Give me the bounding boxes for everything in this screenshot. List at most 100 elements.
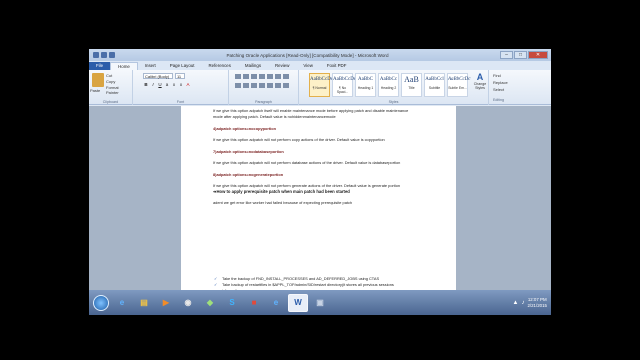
style-name: Subtitle bbox=[428, 86, 441, 90]
superscript-icon[interactable]: x bbox=[178, 82, 184, 88]
strikethrough-icon[interactable]: a bbox=[164, 82, 170, 88]
style-sample: AaBbCcDc bbox=[333, 77, 357, 82]
tab-review[interactable]: Review bbox=[268, 62, 296, 70]
show-marks-icon[interactable] bbox=[283, 74, 289, 79]
word-window: Patching Oracle Applications [Read-Only]… bbox=[89, 49, 551, 315]
tab-mailings[interactable]: Mailings bbox=[238, 62, 268, 70]
close-button[interactable]: ✕ bbox=[528, 51, 548, 59]
font-label: Font bbox=[176, 100, 185, 104]
styles-group: AaBbCcDc ¶ Normal AaBbCcDc ¶ No Spaci...… bbox=[299, 70, 489, 105]
replace-button[interactable]: Replace bbox=[493, 80, 508, 85]
style-sample: AaBbC bbox=[358, 77, 373, 82]
find-button[interactable]: Find bbox=[493, 73, 501, 78]
style-title[interactable]: AaB Title bbox=[401, 73, 422, 97]
format-painter-button[interactable]: Format Painter bbox=[106, 85, 132, 95]
clock[interactable]: 12:07 PM 2/21/2015 bbox=[527, 297, 547, 308]
start-button[interactable] bbox=[93, 294, 109, 311]
taskbar: e ▤ ▶ ◉ ◆ S ■ e W ▣ ▲ ♪ 12:07 PM 2/21/20… bbox=[89, 290, 551, 315]
font-color-icon[interactable]: A bbox=[185, 82, 191, 88]
check-bullet-icon: ✓ bbox=[214, 282, 218, 287]
document-area[interactable]: If we give this option adpatch itself wi… bbox=[89, 106, 551, 309]
tab-view[interactable]: View bbox=[296, 62, 319, 70]
chrome-icon[interactable]: ◉ bbox=[178, 294, 198, 312]
cut-button[interactable]: Cut bbox=[106, 73, 112, 78]
explorer-icon[interactable]: ▤ bbox=[134, 294, 154, 312]
word-logo-icon[interactable] bbox=[93, 52, 99, 58]
ribbon: Paste Cut Copy Format Painter Clipboard … bbox=[89, 70, 551, 105]
style-name: ¶ No Spaci... bbox=[336, 86, 349, 94]
snagit-icon[interactable]: ■ bbox=[244, 294, 264, 312]
app2-icon[interactable]: ▣ bbox=[310, 294, 330, 312]
tab-page-layout[interactable]: Page Layout bbox=[163, 62, 202, 70]
clipboard-label: Clipboard bbox=[102, 100, 119, 104]
window-title: Patching Oracle Applications [Read-Only]… bbox=[226, 52, 389, 58]
decrease-indent-icon[interactable] bbox=[259, 74, 265, 79]
style-name: ¶ Normal bbox=[312, 86, 327, 90]
multilevel-icon[interactable] bbox=[251, 74, 257, 79]
borders-icon[interactable] bbox=[283, 83, 289, 88]
sort-icon[interactable] bbox=[275, 74, 281, 79]
style-sample: AaBbCcl bbox=[425, 77, 444, 82]
copy-button[interactable]: Copy bbox=[106, 79, 115, 84]
font-name-select[interactable]: Calibri (Body) bbox=[143, 73, 173, 79]
paste-icon[interactable] bbox=[92, 73, 104, 87]
shading-icon[interactable] bbox=[275, 83, 281, 88]
save-icon[interactable] bbox=[101, 52, 107, 58]
subscript-icon[interactable]: x bbox=[171, 82, 177, 88]
style-subtle-emphasis[interactable]: AaBbCcDc Subtle Em... bbox=[447, 73, 471, 97]
style-name: Heading 1 bbox=[357, 86, 374, 90]
style-subtitle[interactable]: AaBbCcl Subtitle bbox=[424, 73, 445, 97]
change-styles-icon: A bbox=[476, 72, 484, 82]
tab-file[interactable]: File bbox=[89, 62, 111, 70]
tab-insert[interactable]: Insert bbox=[138, 62, 163, 70]
style-no-spacing[interactable]: AaBbCcDc ¶ No Spaci... bbox=[332, 73, 357, 97]
clock-date: 2/21/2015 bbox=[527, 302, 547, 308]
style-normal[interactable]: AaBbCcDc ¶ Normal bbox=[309, 73, 334, 97]
word-icon[interactable]: W bbox=[288, 293, 308, 312]
style-heading-1[interactable]: AaBbC Heading 1 bbox=[355, 73, 376, 97]
volume-icon[interactable]: ♪ bbox=[521, 300, 524, 306]
font-size-select[interactable]: 11 bbox=[175, 73, 185, 79]
maximize-button[interactable]: □ bbox=[514, 51, 527, 59]
tab-foxit-pdf[interactable]: Foxit PDF bbox=[320, 62, 354, 70]
ie-icon[interactable]: e bbox=[112, 294, 132, 312]
minimize-button[interactable]: – bbox=[500, 51, 513, 59]
media-icon[interactable]: ▶ bbox=[156, 294, 176, 312]
tab-references[interactable]: References bbox=[201, 62, 237, 70]
style-sample: AaBbCcDc bbox=[448, 77, 471, 82]
doc-line: mode after applying patch. Default value… bbox=[213, 114, 336, 119]
tab-home[interactable]: Home bbox=[110, 62, 138, 70]
styles-label: Styles bbox=[388, 100, 399, 104]
increase-indent-icon[interactable] bbox=[267, 74, 273, 79]
doc-line: 7)adpatch options=nodatabaseportion bbox=[213, 149, 284, 154]
align-left-icon[interactable] bbox=[235, 83, 241, 88]
style-sample: AaBbCcDc bbox=[310, 77, 334, 82]
style-heading-2[interactable]: AaBbCc Heading 2 bbox=[378, 73, 399, 97]
check-bullet-icon: ✓ bbox=[214, 276, 218, 281]
bold-icon[interactable]: B bbox=[143, 82, 149, 88]
underline-icon[interactable]: U bbox=[157, 82, 163, 88]
change-styles-button[interactable]: A Change Styles bbox=[472, 72, 488, 90]
justify-icon[interactable] bbox=[259, 83, 265, 88]
style-name: Title bbox=[408, 86, 415, 90]
italic-icon[interactable]: I bbox=[150, 82, 156, 88]
system-tray: ▲ ♪ 12:07 PM 2/21/2015 bbox=[513, 297, 552, 308]
line-spacing-icon[interactable] bbox=[267, 83, 273, 88]
document-page[interactable]: If we give this option adpatch itself wi… bbox=[181, 106, 456, 242]
style-sample: AaBbCc bbox=[379, 77, 398, 82]
doc-line: If we give this option adpatch will not … bbox=[213, 137, 385, 142]
align-center-icon[interactable] bbox=[243, 83, 249, 88]
bullets-icon[interactable] bbox=[235, 74, 241, 79]
paragraph-group: Paragraph bbox=[229, 70, 299, 105]
skype-icon[interactable]: S bbox=[222, 294, 242, 312]
clock-time: 12:07 PM bbox=[527, 297, 547, 302]
numbering-icon[interactable] bbox=[243, 74, 249, 79]
app-icon[interactable]: ◆ bbox=[200, 294, 220, 312]
select-button[interactable]: Select bbox=[493, 87, 504, 92]
align-right-icon[interactable] bbox=[251, 83, 257, 88]
style-sample: AaB bbox=[404, 75, 419, 84]
ie2-icon[interactable]: e bbox=[266, 294, 286, 312]
doc-line: 8)adpatch options=nogenerateportion bbox=[213, 172, 284, 177]
paste-button[interactable]: Paste bbox=[90, 88, 100, 93]
network-icon[interactable]: ▲ bbox=[513, 300, 519, 306]
